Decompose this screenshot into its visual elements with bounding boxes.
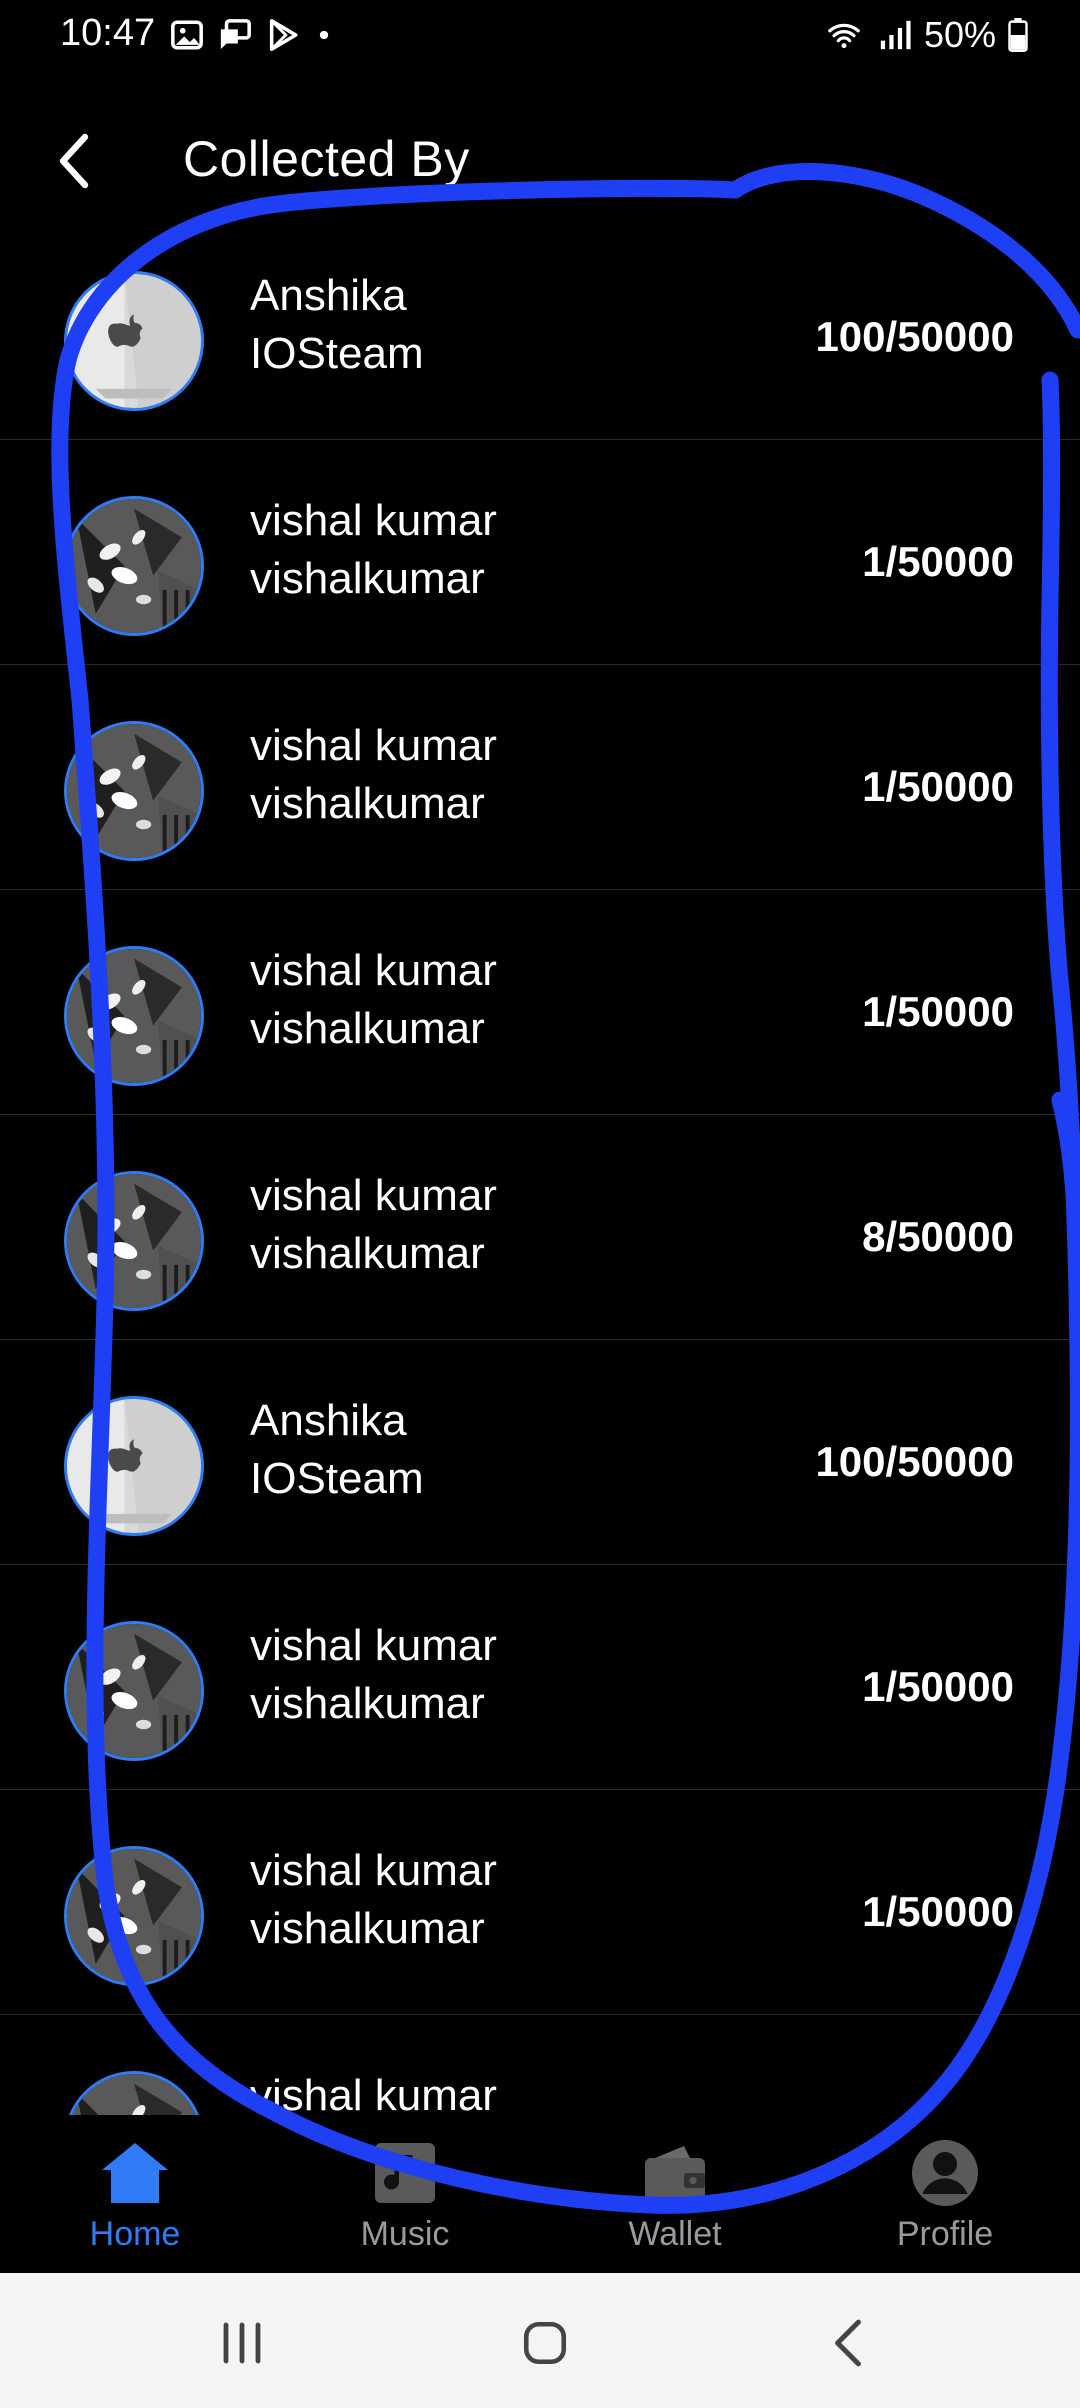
bottom-nav: Home Music Wallet Profile: [0, 2115, 1080, 2273]
collector-name: vishal kumar: [250, 946, 497, 995]
edition-count: 1/50000: [862, 988, 1014, 1035]
nav-label: Profile: [896, 2215, 994, 2253]
recent-apps-icon: [223, 2322, 261, 2364]
collector-name: vishal kumar: [250, 2071, 497, 2115]
back-button[interactable]: [40, 126, 110, 196]
collector-username: vishalkumar: [250, 554, 485, 603]
avatar[interactable]: [64, 496, 204, 636]
edition-count: 1/50000: [862, 1663, 1014, 1710]
status-time: 10:47: [60, 12, 156, 54]
status-bar: 10:47 50%: [0, 0, 1080, 72]
collector-names: vishal kumar vishalkumar: [250, 1617, 497, 1733]
edition-count: 1/50000: [862, 1888, 1014, 1935]
collector-name: vishal kumar: [250, 1846, 497, 1895]
nav-label: Wallet: [628, 2215, 722, 2253]
back-system-button[interactable]: [808, 2303, 888, 2383]
plant-avatar-image: [67, 499, 201, 633]
avatar[interactable]: [64, 1171, 204, 1311]
edition-count: 1/50000: [862, 538, 1014, 585]
collector-username: vishalkumar: [250, 779, 485, 828]
chat-icon: [220, 19, 251, 50]
nav-profile[interactable]: Profile: [810, 2115, 1080, 2273]
nav-home[interactable]: Home: [0, 2115, 270, 2273]
collector-name: vishal kumar: [250, 1171, 497, 1220]
collector-names: Anshika IOSteam: [250, 267, 424, 383]
collector-row[interactable]: vishal kumar vishalkumar 1/50000: [0, 440, 1080, 665]
avatar[interactable]: [64, 946, 204, 1086]
collector-username: vishalkumar: [250, 1679, 485, 1728]
notification-icons: [170, 18, 334, 52]
collector-username: vishalkumar: [250, 1004, 485, 1053]
collector-username: IOSteam: [250, 1454, 424, 1503]
plant-avatar-image: [67, 724, 201, 858]
dot-icon: [319, 30, 329, 40]
collector-row[interactable]: vishal kumar: [0, 2015, 1080, 2115]
avatar[interactable]: [64, 271, 204, 411]
edition-count: 1/50000: [862, 763, 1014, 810]
profile-icon: [909, 2137, 981, 2209]
avatar[interactable]: [64, 1396, 204, 1536]
plant-avatar-image: [67, 2074, 201, 2115]
collector-list[interactable]: Anshika IOSteam 100/50000 vishal kumar v…: [0, 215, 1080, 2115]
recent-apps-button[interactable]: [203, 2303, 283, 2383]
collector-username: vishalkumar: [250, 1229, 485, 1278]
apple-laptop-avatar-image: [67, 1399, 201, 1533]
edition-count: 100/50000: [815, 1438, 1014, 1485]
home-icon: [99, 2137, 171, 2209]
collector-row[interactable]: vishal kumar vishalkumar 8/50000: [0, 1115, 1080, 1340]
nav-music[interactable]: Music: [270, 2115, 540, 2273]
gallery-icon: [171, 20, 203, 50]
wallet-icon: [639, 2137, 711, 2209]
home-system-button[interactable]: [505, 2303, 585, 2383]
collector-row[interactable]: Anshika IOSteam 100/50000: [0, 215, 1080, 440]
avatar[interactable]: [64, 721, 204, 861]
collector-names: vishal kumar vishalkumar: [250, 492, 497, 608]
battery-percent: 50%: [923, 14, 996, 55]
collector-name: Anshika: [250, 271, 407, 320]
collector-row[interactable]: vishal kumar vishalkumar 1/50000: [0, 1790, 1080, 2015]
nav-wallet[interactable]: Wallet: [540, 2115, 810, 2273]
collector-row[interactable]: vishal kumar vishalkumar 1/50000: [0, 665, 1080, 890]
music-icon: [369, 2137, 441, 2209]
edition-count: 100/50000: [815, 313, 1014, 360]
page-title: Collected By: [183, 131, 470, 187]
edition-count: 8/50000: [862, 1213, 1014, 1260]
collector-names: vishal kumar vishalkumar: [250, 1167, 497, 1283]
back-chevron-icon: [835, 2319, 861, 2367]
nav-label: Music: [360, 2215, 450, 2253]
collector-username: IOSteam: [250, 329, 424, 378]
apple-laptop-avatar-image: [67, 274, 201, 408]
collector-names: vishal kumar: [250, 2067, 497, 2115]
avatar[interactable]: [64, 1846, 204, 1986]
collector-name: vishal kumar: [250, 721, 497, 770]
battery-icon: [1008, 18, 1028, 52]
wifi-icon: [828, 23, 860, 49]
plant-avatar-image: [67, 949, 201, 1083]
collector-names: vishal kumar vishalkumar: [250, 942, 497, 1058]
header: Collected By: [0, 110, 1080, 210]
signal-icon: [880, 20, 911, 50]
collector-row[interactable]: vishal kumar vishalkumar 1/50000: [0, 890, 1080, 1115]
collector-names: vishal kumar vishalkumar: [250, 717, 497, 833]
plant-avatar-image: [67, 1624, 201, 1758]
play-store-icon: [269, 19, 298, 51]
collector-names: vishal kumar vishalkumar: [250, 1842, 497, 1958]
chevron-left-icon: [59, 133, 89, 189]
collector-name: vishal kumar: [250, 496, 497, 545]
home-circle-icon: [523, 2321, 567, 2365]
collector-name: vishal kumar: [250, 1621, 497, 1670]
collector-names: Anshika IOSteam: [250, 1392, 424, 1508]
system-icons: 50%: [822, 14, 1028, 56]
avatar[interactable]: [64, 1621, 204, 1761]
nav-label: Home: [89, 2215, 181, 2253]
avatar[interactable]: [64, 2071, 204, 2115]
collector-username: vishalkumar: [250, 1904, 485, 1953]
plant-avatar-image: [67, 1849, 201, 1983]
plant-avatar-image: [67, 1174, 201, 1308]
collector-name: Anshika: [250, 1396, 407, 1445]
system-nav-bar: [0, 2273, 1080, 2408]
collector-row[interactable]: Anshika IOSteam 100/50000: [0, 1340, 1080, 1565]
collector-row[interactable]: vishal kumar vishalkumar 1/50000: [0, 1565, 1080, 1790]
